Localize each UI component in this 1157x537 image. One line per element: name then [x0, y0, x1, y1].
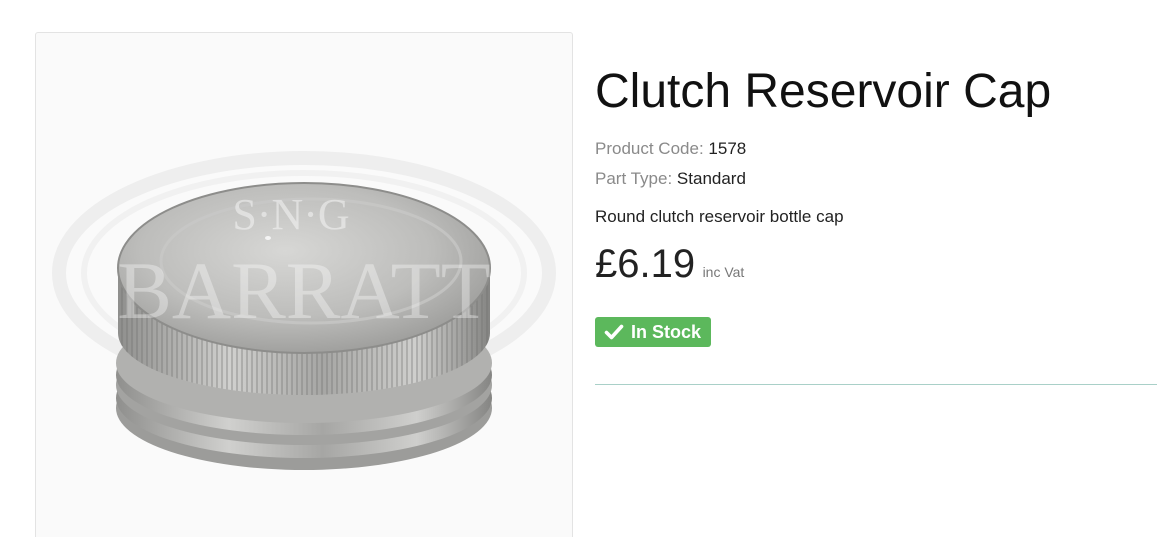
price-vat-note: inc Vat [702, 264, 745, 280]
product-code-label: Product Code: [595, 139, 704, 158]
stock-status-badge: In Stock [595, 317, 712, 347]
watermark-line1: S·N·G [232, 190, 349, 239]
product-code-row: Product Code: 1578 [595, 138, 746, 160]
section-divider [595, 384, 1157, 385]
product-price: £6.19 [595, 242, 696, 286]
product-image: S·N·G BARRATT [52, 151, 556, 470]
check-icon [604, 322, 624, 342]
watermark-line2: BARRATT [117, 245, 491, 336]
price-block: £6.19 inc Vat [595, 240, 744, 288]
product-description: Round clutch reservoir bottle cap [595, 207, 844, 226]
product-image-panel[interactable]: S·N·G BARRATT [35, 32, 573, 537]
product-title: Clutch Reservoir Cap [595, 65, 1052, 118]
part-type-label: Part Type: [595, 169, 673, 188]
product-code-value: 1578 [708, 139, 747, 158]
part-type-row: Part Type: Standard [595, 168, 746, 190]
product-page: S·N·G BARRATT Clutch Reservoir Cap Produ… [0, 0, 1157, 537]
stock-status-label: In Stock [631, 322, 702, 342]
part-type-value: Standard [676, 169, 746, 188]
